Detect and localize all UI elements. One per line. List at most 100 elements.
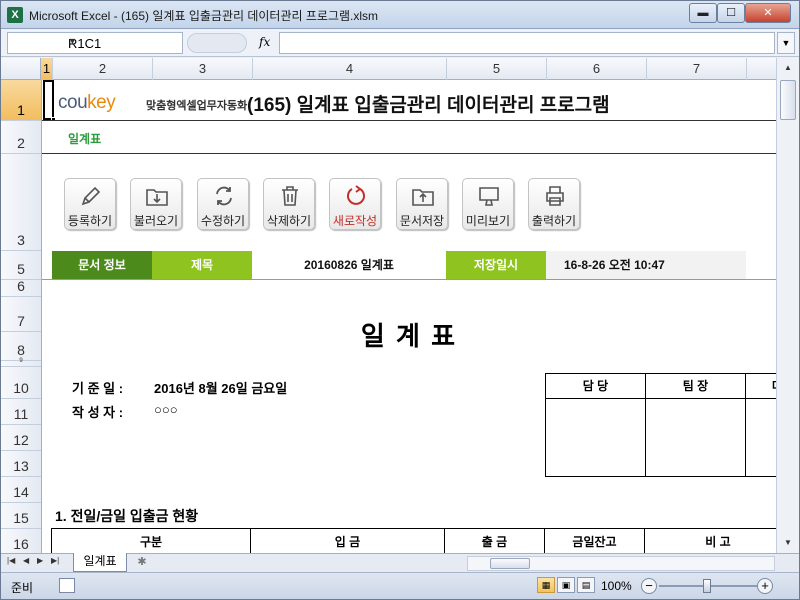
date-value[interactable]: 2016년 8월 26일 금요일 — [154, 378, 287, 397]
button-label: 삭제하기 — [266, 214, 312, 228]
column-header[interactable]: 1 — [41, 58, 53, 80]
insert-function-button[interactable]: fx — [259, 35, 270, 49]
formula-input[interactable] — [279, 32, 775, 54]
save-document-button[interactable]: 문서저장 — [396, 178, 448, 230]
scroll-thumb[interactable] — [780, 80, 796, 120]
delete-button[interactable]: 삭제하기 — [263, 178, 315, 230]
button-label: 출력하기 — [531, 214, 577, 228]
saved-at-label: 저장일시 — [446, 251, 546, 279]
trash-icon — [282, 186, 298, 206]
zoom-level[interactable]: 100% — [601, 579, 632, 593]
column-header[interactable]: 2 — [53, 58, 153, 80]
row-header[interactable]: 12 — [1, 425, 41, 451]
column-header[interactable]: 5 — [447, 58, 547, 80]
row-header[interactable]: 1 — [1, 80, 41, 121]
zoom-slider-knob[interactable] — [703, 579, 711, 593]
author-value[interactable]: ○○○ — [154, 402, 178, 417]
print-button[interactable]: 출력하기 — [528, 178, 580, 230]
column-header[interactable]: 3 — [153, 58, 253, 80]
insert-sheet-icon[interactable]: ✱ — [131, 555, 153, 571]
row-header[interactable]: 11 — [1, 399, 41, 425]
select-all-corner[interactable] — [1, 58, 41, 80]
normal-view-icon[interactable]: ▦ — [537, 577, 555, 593]
edit-button[interactable]: 수정하기 — [197, 178, 249, 230]
refresh-icon — [216, 186, 232, 206]
divider — [42, 153, 776, 154]
maximize-button[interactable]: ☐ — [717, 3, 745, 23]
row-header[interactable]: 2 — [1, 121, 41, 154]
first-sheet-icon[interactable]: |◀ — [7, 556, 15, 565]
column-header[interactable]: 7 — [647, 58, 747, 80]
saved-at-value: 16-8-26 오전 10:47 — [546, 251, 746, 279]
date-label: 기 준 일 : — [72, 381, 124, 396]
row-header[interactable]: 16 — [1, 529, 41, 553]
folder-import-icon — [146, 189, 168, 206]
button-label: 새로작성 — [332, 214, 378, 228]
approval-header: 팀 장 — [646, 374, 746, 399]
sheet-tab[interactable]: 일계표 — [73, 553, 127, 572]
status-bar: 준비 ▦ ▣ ▤ 100% − + — [1, 572, 799, 599]
row-header[interactable]: 15 — [1, 503, 41, 529]
row-header[interactable]: 8 — [1, 332, 41, 361]
page-break-view-icon[interactable]: ▤ — [577, 577, 595, 593]
new-circle-icon — [347, 185, 365, 205]
active-cell[interactable] — [43, 80, 56, 122]
button-label: 등록하기 — [67, 214, 113, 228]
worksheet[interactable]: coukey 맞춤형엑셀업무자동화 (165) 일계표 입출금관리 데이터관리 … — [42, 80, 776, 553]
divider — [42, 279, 776, 280]
zoom-in-icon[interactable]: + — [757, 578, 773, 594]
name-box[interactable]: R1C1 ▼ — [7, 32, 183, 54]
coukey-logo: coukey — [58, 92, 116, 113]
last-sheet-icon[interactable]: ▶| — [51, 556, 59, 565]
table-header-cell: 금일잔고 — [545, 529, 645, 553]
formula-controls: fx — [187, 33, 277, 53]
macro-record-icon[interactable] — [59, 578, 75, 593]
report-title: 일 계 표 — [360, 321, 458, 351]
row-header[interactable]: 6 — [1, 278, 41, 297]
approval-box: 담 당 팀 장 대 — [545, 373, 776, 477]
button-label: 문서저장 — [399, 214, 445, 228]
excel-window: X Microsoft Excel - (165) 일계표 입출금관리 데이터관… — [0, 0, 800, 600]
row-header[interactable]: 13 — [1, 451, 41, 477]
folder-export-icon — [412, 189, 434, 206]
subject-value[interactable]: 20160826 일계표 — [252, 251, 446, 279]
column-header[interactable]: 6 — [547, 58, 647, 80]
page-layout-view-icon[interactable]: ▣ — [557, 577, 575, 593]
zoom-out-icon[interactable]: − — [641, 578, 657, 594]
formula-edit-buttons[interactable] — [187, 33, 247, 53]
preview-button[interactable]: 미리보기 — [462, 178, 514, 230]
scroll-down-icon[interactable]: ▼ — [779, 535, 797, 551]
row-header[interactable]: 14 — [1, 477, 41, 503]
prev-sheet-icon[interactable]: ◀ — [23, 556, 29, 565]
row-header[interactable]: 5 — [1, 251, 41, 280]
next-sheet-icon[interactable]: ▶ — [37, 556, 43, 565]
excel-app-icon[interactable]: X — [7, 7, 23, 23]
load-button[interactable]: 불러오기 — [130, 178, 182, 230]
approval-signature-cell[interactable] — [546, 399, 646, 476]
row-header[interactable]: 10 — [1, 367, 41, 399]
column-header[interactable]: 4 — [253, 58, 447, 80]
scroll-up-icon[interactable]: ▲ — [779, 60, 797, 76]
close-button[interactable]: ✕ — [745, 3, 791, 23]
register-button[interactable]: 등록하기 — [64, 178, 116, 230]
formula-bar: R1C1 ▼ fx ▼ — [1, 29, 799, 57]
approval-header: 대 — [746, 374, 776, 399]
monitor-icon — [479, 187, 499, 206]
expand-formula-icon[interactable]: ▼ — [777, 32, 795, 54]
vertical-scrollbar[interactable]: ▲ ▼ — [776, 58, 799, 553]
zoom-slider[interactable] — [659, 579, 757, 593]
chevron-down-icon[interactable]: ▼ — [68, 36, 179, 46]
approval-header: 담 당 — [546, 374, 646, 399]
logo-tagline: 맞춤형엑셀업무자동화 — [146, 100, 248, 112]
program-title: (165) 일계표 입출금관리 데이터관리 프로그램 — [247, 95, 610, 116]
scroll-thumb[interactable] — [490, 558, 530, 569]
subject-label: 제목 — [152, 251, 252, 279]
printer-icon — [546, 186, 564, 206]
horizontal-scrollbar[interactable] — [467, 556, 775, 571]
row-header[interactable]: 3 — [1, 154, 41, 251]
section-title: 1. 전일/금일 입출금 현황 — [55, 508, 199, 524]
new-document-button[interactable]: 새로작성 — [329, 178, 381, 230]
approval-signature-cell[interactable] — [646, 399, 746, 476]
row-header[interactable]: 7 — [1, 297, 41, 332]
minimize-button[interactable]: ▬ — [689, 3, 717, 23]
